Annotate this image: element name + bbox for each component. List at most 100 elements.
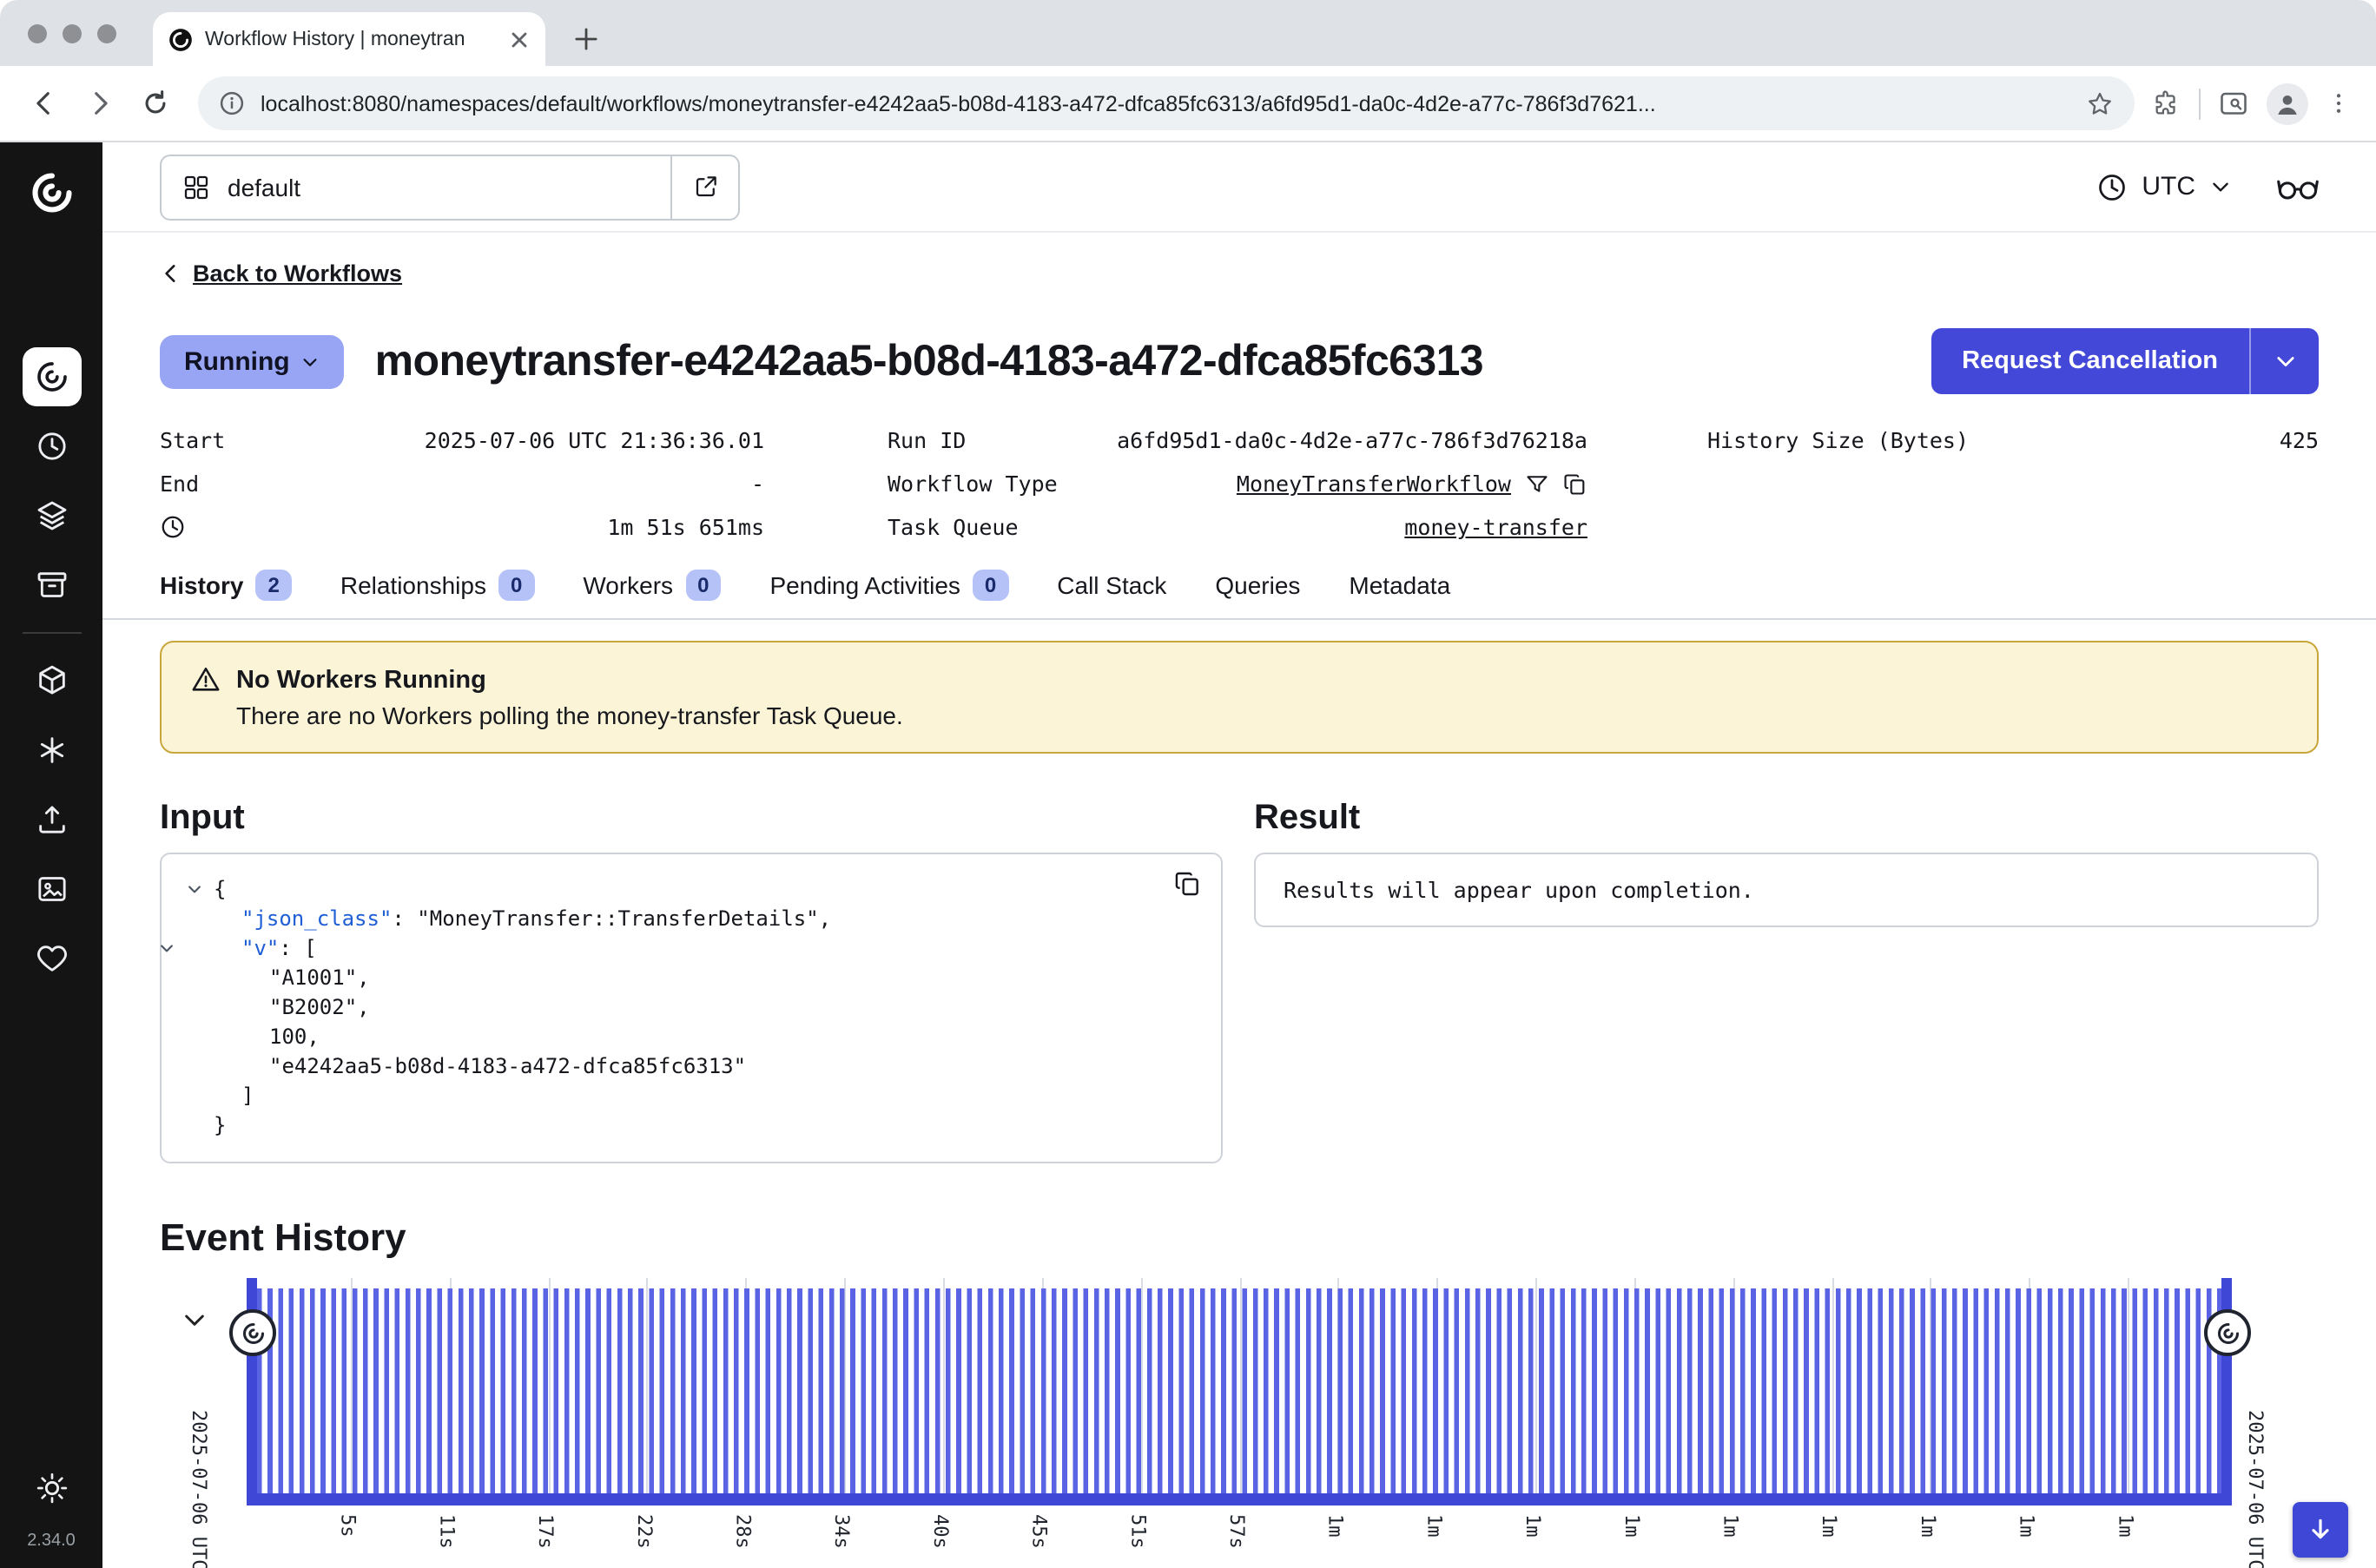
duration-value: 1m 51s 651ms: [420, 505, 764, 549]
sidebar-item-worker-deployments[interactable]: [22, 721, 81, 780]
cancellation-menu-button[interactable]: [2249, 328, 2319, 394]
sidebar-item-import[interactable]: [22, 790, 81, 849]
tab-call-stack[interactable]: Call Stack: [1057, 571, 1166, 599]
tab-search-icon[interactable]: [2218, 88, 2249, 119]
back-icon[interactable]: [17, 77, 69, 129]
timeline-tick-label: 1m: [2114, 1514, 2136, 1538]
main-area: default UTC: [102, 142, 2376, 1568]
favicon-temporal-icon: [168, 27, 193, 51]
address-bar[interactable]: localhost:8080/namespaces/default/workfl…: [198, 76, 2135, 130]
tab-history[interactable]: History2: [160, 570, 292, 601]
tab-close-icon[interactable]: [509, 29, 530, 49]
workflow-current-marker-icon[interactable]: [2204, 1309, 2251, 1356]
browser-menu-icon[interactable]: [2326, 90, 2352, 116]
timeline-end-time: 2025-07-06 UTC: [2244, 1410, 2267, 1568]
copy-icon[interactable]: [1563, 471, 1587, 496]
task-queue-link[interactable]: money-transfer: [1404, 514, 1587, 540]
timeline-collapse-icon[interactable]: [181, 1306, 208, 1334]
chevron-down-icon: [2273, 349, 2297, 373]
sidebar-item-workflows[interactable]: [22, 347, 81, 406]
tab-pending-activities[interactable]: Pending Activities0: [769, 570, 1008, 601]
run-id-value: a6fd95d1-da0c-4d2e-a77c-786f3d76218a: [1087, 418, 1587, 462]
tab-workers[interactable]: Workers0: [583, 570, 721, 601]
labs-glasses-icon[interactable]: [2277, 171, 2319, 202]
chevron-left-icon: [160, 262, 182, 285]
timeline-tick-label: 28s: [732, 1514, 755, 1549]
scroll-to-bottom-button[interactable]: [2293, 1502, 2348, 1558]
run-id-label: Run ID: [764, 418, 1087, 462]
timeline-tick-label: 1m: [1620, 1514, 1643, 1538]
timeline-tick-label: 1m: [1521, 1514, 1544, 1538]
extensions-icon[interactable]: [2152, 89, 2181, 118]
timeline-event-bars[interactable]: [257, 1288, 2221, 1493]
task-queue-label: Task Queue: [764, 505, 1087, 549]
sidebar-item-feedback[interactable]: [22, 929, 81, 988]
url-text: localhost:8080/namespaces/default/workfl…: [261, 91, 2070, 115]
timeline-tick-label: 45s: [1028, 1514, 1051, 1549]
history-size-value: 425: [1969, 418, 2319, 462]
filter-icon[interactable]: [1525, 471, 1549, 496]
namespace-external-link-icon[interactable]: [672, 154, 740, 220]
event-history-timeline: 2025-07-06 UTC 2025-07-06 UTC 5s11s17s22…: [160, 1278, 2319, 1568]
reload-icon[interactable]: [129, 77, 181, 129]
workflow-start-marker-icon[interactable]: [229, 1309, 276, 1356]
sidebar-item-gallery[interactable]: [22, 860, 81, 919]
collapse-caret-icon[interactable]: [158, 939, 175, 957]
timeline-tick-label: 1m: [1818, 1514, 1840, 1538]
workflow-type-label: Workflow Type: [764, 462, 1087, 505]
new-tab-button[interactable]: [563, 16, 608, 61]
workflow-type-link[interactable]: MoneyTransferWorkflow: [1237, 462, 1511, 505]
chevron-down-icon: [2209, 175, 2232, 198]
tab-workers-count: 0: [685, 570, 721, 601]
back-to-workflows-link[interactable]: Back to Workflows: [160, 260, 402, 287]
toolbar-divider: [2199, 88, 2201, 119]
timeline-tick-label: 5s: [337, 1514, 360, 1538]
status-badge[interactable]: Running: [160, 334, 344, 388]
sidebar-item-batch-operations[interactable]: [22, 486, 81, 545]
tab-metadata[interactable]: Metadata: [1349, 571, 1450, 599]
status-chevron-icon: [300, 352, 320, 371]
minimize-window-button[interactable]: [63, 24, 82, 43]
banner-title: No Workers Running: [236, 666, 486, 694]
end-label: End: [160, 462, 420, 505]
browser-tab[interactable]: Workflow History | moneytran: [153, 12, 545, 66]
result-card: Results will appear upon completion.: [1254, 853, 2319, 927]
theme-toggle-sun-icon[interactable]: [22, 1459, 81, 1518]
tab-pending-activities-count: 0: [973, 570, 1008, 601]
namespace-select[interactable]: default: [160, 154, 672, 220]
sidebar-divider: [22, 632, 81, 634]
forward-icon[interactable]: [73, 77, 125, 129]
no-workers-banner: No Workers Running There are no Workers …: [160, 641, 2319, 754]
start-value: 2025-07-06 UTC 21:36:36.01: [420, 418, 764, 462]
input-json-card: { "json_class": "MoneyTransfer::Transfer…: [160, 853, 1223, 1163]
tab-queries[interactable]: Queries: [1215, 571, 1300, 599]
temporal-logo: [29, 170, 74, 215]
history-size-label: History Size (Bytes): [1587, 418, 1969, 462]
tabs-divider: [102, 618, 2376, 620]
timeline-tick-label: 1m: [2016, 1514, 2038, 1538]
timeline-tick-label: 40s: [929, 1514, 952, 1549]
timeline-tick-label: 11s: [435, 1514, 458, 1549]
browser-tabstrip: Workflow History | moneytran: [0, 0, 2376, 66]
collapse-caret-icon[interactable]: [186, 880, 203, 898]
close-window-button[interactable]: [28, 24, 47, 43]
zoom-window-button[interactable]: [97, 24, 116, 43]
site-info-icon[interactable]: [219, 90, 245, 116]
tab-relationships[interactable]: Relationships0: [340, 570, 535, 601]
browser-window: Workflow History | moneytran localhost:8…: [0, 0, 2376, 1568]
timeline-start-time: 2025-07-06 UTC: [188, 1410, 210, 1568]
sidebar-item-nexus[interactable]: [22, 651, 81, 710]
timezone-select[interactable]: UTC: [2096, 171, 2232, 202]
bookmark-star-icon[interactable]: [2086, 89, 2114, 117]
request-cancellation-button[interactable]: Request Cancellation: [1930, 328, 2249, 394]
sidebar-item-archive[interactable]: [22, 556, 81, 615]
timeline-tick-label: 1m: [1422, 1514, 1445, 1538]
profile-avatar[interactable]: [2267, 82, 2308, 124]
toolbar-right: [2152, 82, 2359, 124]
sidebar-item-schedules[interactable]: [22, 417, 81, 476]
timeline-tick-label: 22s: [633, 1514, 656, 1549]
timeline-tick-label: 34s: [830, 1514, 853, 1549]
tab-history-count: 2: [255, 570, 291, 601]
browser-toolbar: localhost:8080/namespaces/default/workfl…: [0, 66, 2376, 142]
input-heading: Input: [160, 799, 1223, 839]
